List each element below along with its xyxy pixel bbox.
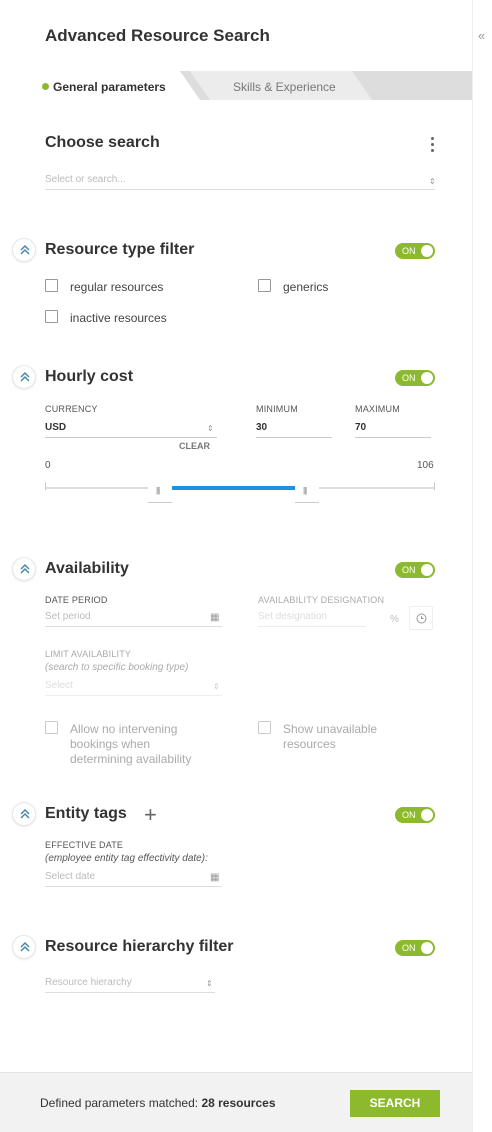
matched-text: Defined parameters matched: 28 resources — [40, 1096, 276, 1110]
limit-availability-hint: (search to specific booking type) — [45, 662, 189, 673]
choose-search-title: Choose search — [45, 134, 160, 151]
clock-button[interactable] — [409, 606, 433, 630]
availability-toggle[interactable]: ON — [395, 562, 435, 578]
inactive-resources-checkbox[interactable] — [45, 310, 58, 323]
select-caret-icon: ⇕ — [206, 979, 213, 988]
calendar-icon[interactable]: ▦ — [210, 872, 219, 883]
toggle-label: ON — [402, 810, 416, 820]
tab-skills-experience[interactable]: Skills & Experience — [190, 71, 372, 100]
designation-label: AVAILABILITY DESIGNATION — [258, 595, 385, 605]
regular-resources-label: regular resources — [70, 280, 164, 294]
entity-tags-title: Entity tags — [45, 805, 127, 822]
slider-end-tick — [434, 482, 435, 490]
percent-icon: % — [390, 614, 399, 625]
toggle-knob — [421, 809, 433, 821]
toggle-knob — [421, 245, 433, 257]
hourly-cost-title: Hourly cost — [45, 368, 134, 385]
clear-button[interactable]: CLEAR — [179, 441, 210, 451]
toggle-knob — [421, 372, 433, 384]
select-caret-icon: ⇕ — [213, 682, 220, 691]
date-period-label: DATE PERIOD — [45, 595, 108, 605]
effective-date-input[interactable]: Select date — [45, 869, 222, 887]
inactive-resources-label: inactive resources — [70, 311, 167, 325]
maximum-input[interactable]: 70 — [355, 420, 431, 438]
select-caret-icon: ⇕ — [207, 424, 214, 433]
date-period-input[interactable]: Set period — [45, 609, 222, 627]
generics-label: generics — [283, 280, 329, 294]
tab-label: Skills & Experience — [233, 80, 336, 94]
show-unavailable-checkbox[interactable] — [258, 721, 271, 734]
cost-slider-range — [160, 486, 307, 490]
range-min-label: 0 — [45, 460, 51, 471]
page-title: Advanced Resource Search — [45, 26, 270, 45]
collapse-section-icon[interactable] — [12, 935, 36, 959]
currency-label: CURRENCY — [45, 404, 98, 414]
toggle-label: ON — [402, 943, 416, 953]
choose-search-select[interactable]: Select or search... — [45, 172, 435, 190]
limit-availability-label: LIMIT AVAILABILITY — [45, 649, 132, 659]
hierarchy-title: Resource hierarchy filter — [45, 938, 234, 955]
regular-resources-checkbox[interactable] — [45, 279, 58, 292]
slider-max-handle[interactable]: ||| — [295, 479, 319, 503]
toggle-knob — [421, 564, 433, 576]
footer: Defined parameters matched: 28 resources… — [0, 1072, 472, 1132]
toggle-label: ON — [402, 565, 416, 575]
designation-input[interactable]: Set designation — [258, 609, 366, 627]
collapse-section-icon[interactable] — [12, 802, 36, 826]
no-intervening-checkbox[interactable] — [45, 721, 58, 734]
effective-date-label: EFFECTIVE DATE — [45, 840, 124, 850]
collapse-icon[interactable]: « — [478, 28, 485, 43]
toggle-label: ON — [402, 373, 416, 383]
range-max-label: 106 — [417, 460, 434, 471]
generics-checkbox[interactable] — [258, 279, 271, 292]
slider-end-tick — [45, 482, 46, 490]
tab-general-parameters[interactable]: General parameters — [0, 71, 200, 100]
tab-label: General parameters — [53, 80, 166, 94]
limit-availability-select[interactable]: Select — [45, 678, 222, 696]
entity-tags-toggle[interactable]: ON — [395, 807, 435, 823]
effective-date-hint: (employee entity tag effectivity date): — [45, 853, 208, 864]
toggle-knob — [421, 942, 433, 954]
add-tag-icon[interactable]: + — [144, 804, 157, 826]
slider-min-handle[interactable]: ||| — [148, 479, 172, 503]
select-caret-icon: ⇕ — [429, 177, 436, 186]
matched-count: 28 resources — [201, 1096, 276, 1110]
hierarchy-select[interactable]: Resource hierarchy — [45, 975, 215, 993]
collapse-section-icon[interactable] — [12, 238, 36, 262]
clock-icon — [416, 613, 427, 624]
matched-prefix: Defined parameters matched: — [40, 1096, 199, 1110]
hourly-cost-toggle[interactable]: ON — [395, 370, 435, 386]
collapse-bar[interactable] — [472, 0, 492, 1132]
currency-select[interactable]: USD — [45, 420, 217, 438]
collapse-section-icon[interactable] — [12, 365, 36, 389]
maximum-label: MAXIMUM — [355, 404, 400, 414]
tab-bar: Skills & Experience General parameters — [0, 71, 472, 100]
toggle-label: ON — [402, 246, 416, 256]
hierarchy-toggle[interactable]: ON — [395, 940, 435, 956]
minimum-label: MINIMUM — [256, 404, 298, 414]
search-button[interactable]: SEARCH — [350, 1090, 440, 1117]
minimum-input[interactable]: 30 — [256, 420, 332, 438]
calendar-icon[interactable]: ▦ — [210, 612, 219, 623]
collapse-section-icon[interactable] — [12, 557, 36, 581]
more-options-icon[interactable] — [431, 137, 434, 155]
no-intervening-label: Allow no intervening bookings when deter… — [70, 722, 192, 766]
show-unavailable-label: Show unavailable resources — [283, 722, 378, 751]
availability-title: Availability — [45, 560, 129, 577]
resource-type-toggle[interactable]: ON — [395, 243, 435, 259]
resource-type-title: Resource type filter — [45, 241, 195, 258]
active-dot-icon — [42, 83, 49, 90]
